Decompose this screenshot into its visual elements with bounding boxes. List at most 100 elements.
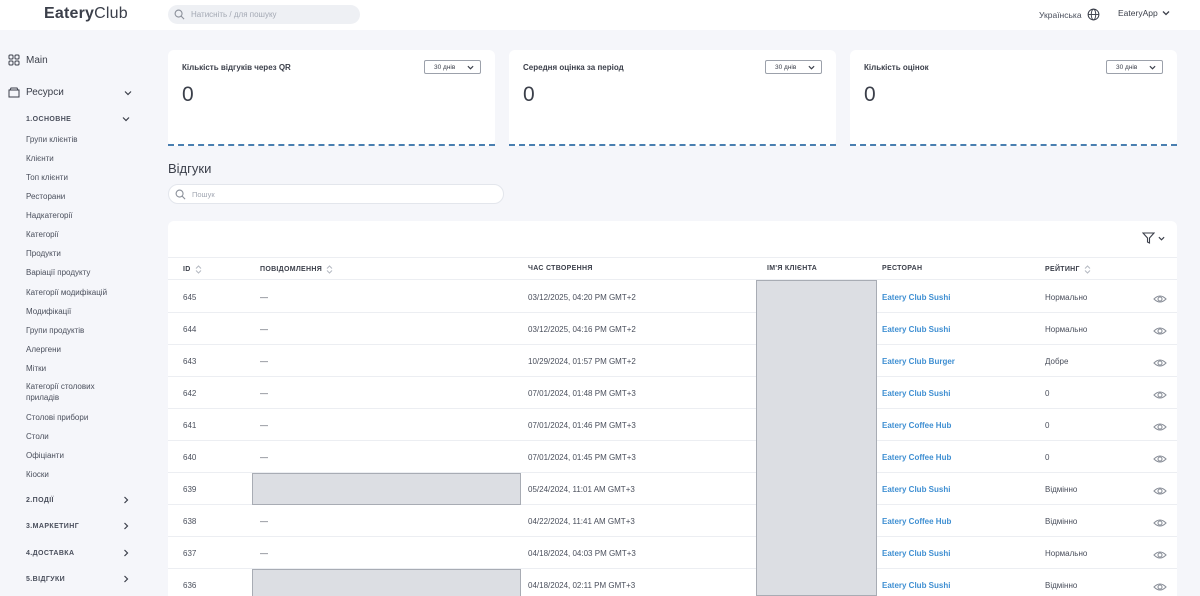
sidebar-item-clients[interactable]: Клієнти xyxy=(26,153,126,164)
sidebar-item-modifier-categories[interactable]: Категорії модифікацій xyxy=(26,287,126,298)
stat-card-qr-reviews: Кількість відгуків через QR 30 днів 0 xyxy=(168,50,495,146)
sidebar-item-products[interactable]: Продукти xyxy=(26,248,126,259)
cell-id: 638 xyxy=(183,517,197,526)
sidebar-item-categories[interactable]: Категорії xyxy=(26,229,126,240)
cell-rating: Добре xyxy=(1045,357,1069,366)
table-row[interactable]: 644 — 03/12/2025, 04:16 PM GMT+2 Eatery Clu… xyxy=(168,313,1177,345)
cell-restaurant-link[interactable]: Eatery Club Sushi xyxy=(882,485,950,494)
period-select[interactable]: 30 днів xyxy=(1106,60,1163,74)
sidebar: Main Ресурси 1.ОСНОВНЕ Групи клієнтів Кл… xyxy=(0,30,148,596)
column-label: ЧАС СТВОРЕННЯ xyxy=(528,265,593,272)
cell-restaurant-link[interactable]: Eatery Club Burger xyxy=(882,357,955,366)
view-eye-icon[interactable] xyxy=(1153,547,1167,565)
sidebar-item-kiosks[interactable]: Кіоски xyxy=(26,469,126,480)
cell-message: — xyxy=(260,517,268,526)
cell-created: 04/18/2024, 02:11 PM GMT+3 xyxy=(528,581,636,590)
sidebar-item-product-groups[interactable]: Групи продуктів xyxy=(26,325,126,336)
sidebar-item-tags[interactable]: Мітки xyxy=(26,363,126,374)
cell-restaurant-link[interactable]: Eatery Club Sushi xyxy=(882,549,950,558)
table-row[interactable]: 642 — 07/01/2024, 01:48 PM GMT+3 Eatery Clu… xyxy=(168,377,1177,409)
sort-icon xyxy=(195,265,201,274)
sidebar-item-waiters[interactable]: Офіціанти xyxy=(26,450,126,461)
table-header: ID ПОВІДОМЛЕННЯ ЧАС СТВОРЕННЯ ІМ'Я КЛІЄН… xyxy=(168,257,1177,280)
cell-restaurant-link[interactable]: Eatery Club Sushi xyxy=(882,389,950,398)
chevron-down-icon xyxy=(808,65,815,70)
redacted-client-names xyxy=(756,280,877,596)
column-header-id[interactable]: ID xyxy=(183,265,202,274)
reviews-search-input[interactable]: Пошук xyxy=(168,184,504,204)
table-row[interactable]: 639 05/24/2024, 11:01 AM GMT+3 Eatery Club… xyxy=(168,473,1177,505)
view-eye-icon[interactable] xyxy=(1153,323,1167,341)
view-eye-icon[interactable] xyxy=(1153,451,1167,469)
period-select[interactable]: 30 днів xyxy=(765,60,822,74)
sidebar-item-resources-label: Ресурси xyxy=(26,87,64,98)
view-eye-icon[interactable] xyxy=(1153,515,1167,533)
cell-created: 07/01/2024, 01:48 PM GMT+3 xyxy=(528,389,636,398)
sidebar-item-product-variations[interactable]: Варіації продукту xyxy=(26,267,126,278)
app-logo[interactable]: EateryClub xyxy=(44,5,128,23)
column-header-client-name[interactable]: ІМ'Я КЛІЄНТА xyxy=(767,265,817,272)
sidebar-section-basic[interactable]: 1.ОСНОВНЕ xyxy=(26,116,134,123)
table-row[interactable]: 638 — 04/22/2024, 11:41 AM GMT+3 Eatery Cof… xyxy=(168,505,1177,537)
chevron-down-icon xyxy=(124,91,132,96)
table-row[interactable]: 636 04/18/2024, 02:11 PM GMT+3 Eatery Club… xyxy=(168,569,1177,596)
cell-id: 645 xyxy=(183,293,197,302)
table-row[interactable]: 643 — 10/29/2024, 01:57 PM GMT+2 Eatery Clu… xyxy=(168,345,1177,377)
sidebar-section-delivery[interactable]: 4.ДОСТАВКА xyxy=(26,549,134,557)
table-row[interactable]: 640 — 07/01/2024, 01:45 PM GMT+3 Eatery Cof… xyxy=(168,441,1177,473)
sidebar-item-tables[interactable]: Столи xyxy=(26,431,126,442)
sidebar-item-allergens[interactable]: Алергени xyxy=(26,344,126,355)
sidebar-section-events[interactable]: 2.ПОДІЇ xyxy=(26,496,134,504)
cell-restaurant-link[interactable]: Eatery Club Sushi xyxy=(882,293,950,302)
cell-id: 642 xyxy=(183,389,197,398)
table-row[interactable]: 645 — 03/12/2025, 04:20 PM GMT+2 Eatery Clu… xyxy=(168,281,1177,313)
view-eye-icon[interactable] xyxy=(1153,419,1167,437)
cell-restaurant-link[interactable]: Eatery Coffee Hub xyxy=(882,421,951,430)
cell-restaurant-link[interactable]: Eatery Coffee Hub xyxy=(882,453,951,462)
column-header-created[interactable]: ЧАС СТВОРЕННЯ xyxy=(528,265,593,272)
filter-button[interactable] xyxy=(1142,232,1165,244)
page-title: Відгуки xyxy=(168,161,212,176)
user-name: EateryApp xyxy=(1118,8,1158,18)
cell-restaurant-link[interactable]: Eatery Club Sushi xyxy=(882,325,950,334)
view-eye-icon[interactable] xyxy=(1153,579,1167,596)
cell-rating: Відмінно xyxy=(1045,581,1078,590)
view-eye-icon[interactable] xyxy=(1153,291,1167,309)
column-header-message[interactable]: ПОВІДОМЛЕННЯ xyxy=(260,265,333,274)
language-switcher[interactable]: Українська xyxy=(1039,8,1100,21)
sidebar-section-reviews[interactable]: 5.ВІДГУКИ xyxy=(26,575,134,583)
folder-icon xyxy=(8,87,20,98)
table-row[interactable]: 637 — 04/18/2024, 04:03 PM GMT+3 Eatery Clu… xyxy=(168,537,1177,569)
global-search-input[interactable]: Натисніть / для пошуку xyxy=(168,5,360,24)
cell-rating: 0 xyxy=(1045,389,1050,398)
cell-restaurant-link[interactable]: Eatery Club Sushi xyxy=(882,581,950,590)
sparkline xyxy=(168,144,495,146)
period-select[interactable]: 30 днів xyxy=(424,60,481,74)
sidebar-item-restaurants[interactable]: Ресторани xyxy=(26,191,126,202)
card-title: Кількість відгуків через QR xyxy=(182,63,291,72)
table-row[interactable]: 641 — 07/01/2024, 01:46 PM GMT+3 Eatery Cof… xyxy=(168,409,1177,441)
cell-message: — xyxy=(260,325,268,334)
cell-created: 07/01/2024, 01:46 PM GMT+3 xyxy=(528,421,636,430)
sparkline xyxy=(509,144,836,146)
sidebar-item-top-clients[interactable]: Топ клієнти xyxy=(26,172,126,183)
sidebar-item-cutlery[interactable]: Столові прибори xyxy=(26,412,126,423)
view-eye-icon[interactable] xyxy=(1153,387,1167,405)
period-select-value: 30 днів xyxy=(1116,63,1138,71)
sidebar-item-modifiers[interactable]: Модифікації xyxy=(26,306,126,317)
sidebar-item-resources[interactable]: Ресурси xyxy=(8,87,136,98)
view-eye-icon[interactable] xyxy=(1153,483,1167,501)
sidebar-item-client-groups[interactable]: Групи клієнтів xyxy=(26,134,126,145)
view-eye-icon[interactable] xyxy=(1153,355,1167,373)
cell-id: 644 xyxy=(183,325,197,334)
sidebar-item-cutlery-categories[interactable]: Категорії столових приладів xyxy=(26,381,126,403)
card-value: 0 xyxy=(523,83,535,106)
sidebar-item-main[interactable]: Main xyxy=(8,54,48,66)
column-header-restaurant[interactable]: РЕСТОРАН xyxy=(882,265,922,272)
sidebar-section-marketing[interactable]: 3.МАРКЕТИНГ xyxy=(26,522,134,530)
user-menu[interactable]: EateryApp xyxy=(1118,8,1170,18)
cell-restaurant-link[interactable]: Eatery Coffee Hub xyxy=(882,517,951,526)
chevron-right-icon xyxy=(124,496,129,504)
column-header-rating[interactable]: РЕЙТИНГ xyxy=(1045,265,1091,274)
sidebar-item-supercategories[interactable]: Надкатегорії xyxy=(26,210,126,221)
